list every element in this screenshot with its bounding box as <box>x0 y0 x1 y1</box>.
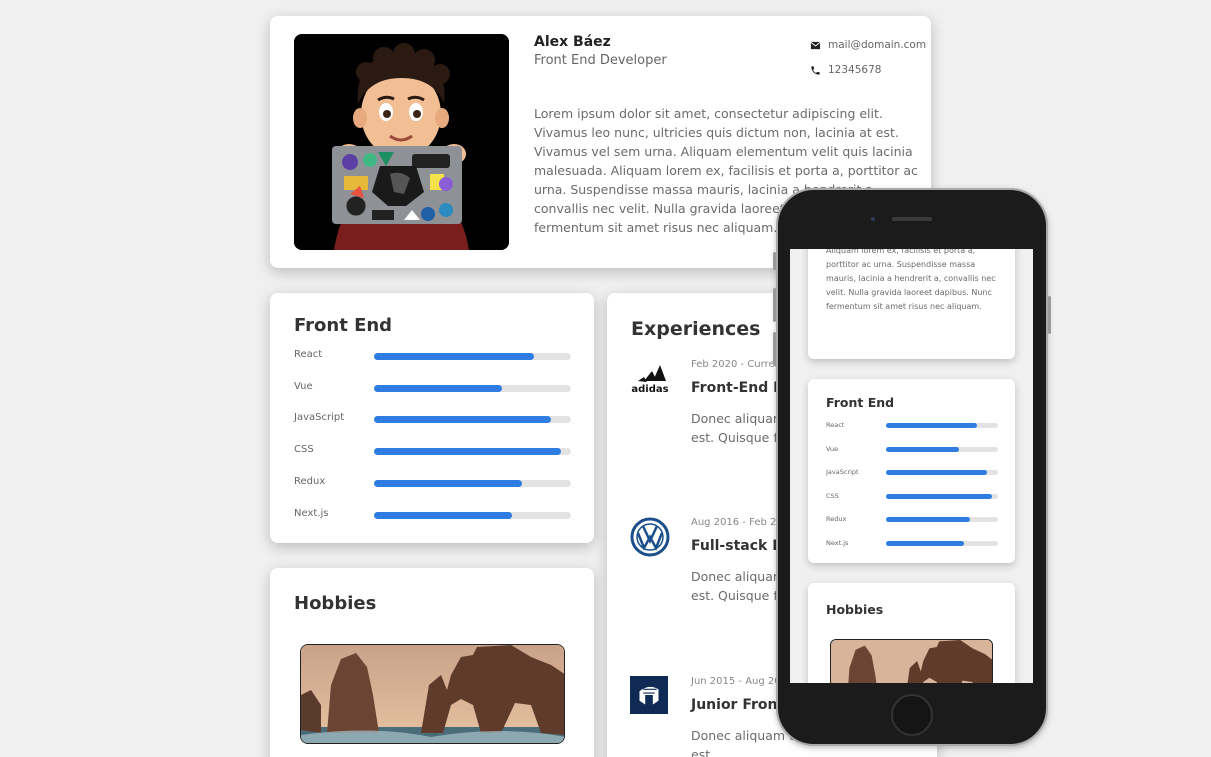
phone-volume-down <box>773 332 776 366</box>
skill-progress-fill <box>374 479 522 487</box>
skill-label: JavaScript <box>294 412 345 424</box>
skill-progress-fill <box>374 416 552 424</box>
phone-icon <box>811 65 820 75</box>
mobile-skill-label: React <box>826 421 845 429</box>
volkswagen-logo-icon <box>630 517 670 557</box>
phone-mockup: Aliquam lorem ex, facilisis et porta a, … <box>773 188 1051 746</box>
mail-icon <box>810 41 821 49</box>
mobile-hobbies-title: Hobbies <box>826 602 884 617</box>
mobile-skill-progress-bar <box>886 493 998 499</box>
phone-power-button <box>1048 296 1051 334</box>
mobile-skill-label: CSS <box>826 491 839 500</box>
mobile-skill-row: React <box>826 421 998 431</box>
mobile-rock-arch-image <box>831 640 992 683</box>
skill-label: CSS <box>294 444 314 456</box>
mobile-skills-card: Front End React Vue JavaScript CSS Redux Next… <box>808 379 1015 563</box>
company-logo-icon <box>630 676 668 714</box>
skill-row: Next.js <box>294 508 571 522</box>
skill-progress-bar <box>374 416 571 424</box>
mobile-skill-progress-fill <box>886 517 970 522</box>
phone-home-button[interactable] <box>891 694 933 736</box>
profile-name: Alex Báez <box>534 34 611 50</box>
profile-role: Front End Developer <box>534 53 667 68</box>
rock-arch-image <box>301 645 564 743</box>
avatar <box>294 34 509 250</box>
mobile-skill-progress-bar <box>886 540 998 546</box>
contact-phone[interactable]: 12345678 <box>810 64 881 76</box>
skill-progress-bar <box>374 353 571 360</box>
skills-title: Front End <box>294 315 393 336</box>
phone-volume-up <box>773 288 776 322</box>
mobile-skill-label: Next.js <box>826 538 849 547</box>
mobile-skill-progress-bar <box>886 446 998 452</box>
skill-row: React <box>294 349 571 363</box>
skill-progress-fill <box>374 353 534 360</box>
mobile-hobbies-card: Hobbies <box>808 583 1015 683</box>
phone-text: 12345678 <box>828 64 882 76</box>
phone-mute-switch <box>773 252 776 270</box>
phone-speaker <box>892 217 932 221</box>
mobile-skill-row: CSS <box>826 492 998 502</box>
mobile-skill-label: Redux <box>826 515 847 523</box>
skill-progress-bar <box>374 384 571 392</box>
mobile-skills-title: Front End <box>826 395 895 410</box>
skill-progress-bar <box>374 448 571 456</box>
mobile-skill-label: JavaScript <box>826 468 859 476</box>
experiences-title: Experiences <box>631 318 761 340</box>
adidas-logo-icon: adidas <box>631 365 669 395</box>
hobbies-title: Hobbies <box>294 593 377 614</box>
skills-card: Front End React Vue JavaScript CSS Redux Next… <box>270 293 594 543</box>
mobile-skill-row: JavaScript <box>826 468 998 478</box>
contact-email[interactable]: mail@domain.com <box>810 39 926 51</box>
skill-label: Next.js <box>294 507 329 519</box>
mobile-skill-progress-bar <box>886 423 998 428</box>
skill-label: React <box>294 349 323 360</box>
skill-progress-fill <box>374 384 503 392</box>
hobbies-card: Hobbies <box>270 568 594 757</box>
phone-camera <box>871 217 875 221</box>
skill-row: Vue <box>294 381 571 395</box>
mobile-profile-card: Aliquam lorem ex, facilisis et porta a, … <box>808 249 1015 359</box>
skill-label: Vue <box>294 380 313 392</box>
skill-row: Redux <box>294 476 571 490</box>
mobile-bio: Aliquam lorem ex, facilisis et porta a, … <box>826 249 996 311</box>
mobile-skill-progress-fill <box>886 540 965 546</box>
mobile-skill-row: Redux <box>826 515 998 525</box>
phone-screen[interactable]: Aliquam lorem ex, facilisis et porta a, … <box>790 249 1033 683</box>
mobile-skill-progress-fill <box>886 493 993 499</box>
experience-date: Feb 2020 - Current <box>691 359 785 370</box>
mobile-skill-row: Vue <box>826 445 998 455</box>
skill-progress-bar <box>374 479 571 487</box>
hobby-photo <box>300 644 565 744</box>
memoji-avatar-image <box>294 34 509 250</box>
mobile-skill-progress-fill <box>886 423 977 428</box>
skill-progress-bar <box>374 511 571 519</box>
skill-row: JavaScript <box>294 412 571 426</box>
mobile-skill-label: Vue <box>826 444 839 453</box>
mobile-hobby-photo <box>830 639 993 683</box>
mobile-skill-progress-fill <box>886 446 959 452</box>
mobile-skill-progress-fill <box>886 470 987 475</box>
skill-progress-fill <box>374 448 562 456</box>
email-text: mail@domain.com <box>828 39 927 51</box>
mobile-skill-progress-bar <box>886 470 998 475</box>
svg-text:adidas: adidas <box>631 384 668 395</box>
mobile-skill-row: Next.js <box>826 539 998 549</box>
skill-label: Redux <box>294 475 326 487</box>
skill-progress-fill <box>374 511 512 519</box>
mobile-skill-progress-bar <box>886 517 998 522</box>
skill-row: CSS <box>294 444 571 458</box>
